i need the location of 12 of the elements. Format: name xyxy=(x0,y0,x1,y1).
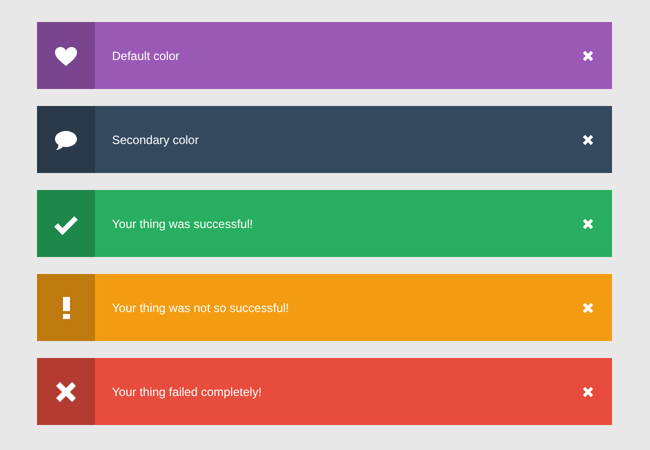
cross-icon xyxy=(54,380,78,404)
alert-message: Your thing failed completely! xyxy=(112,384,262,398)
speech-bubble-icon xyxy=(54,128,78,150)
close-button[interactable] xyxy=(582,134,594,146)
alert-message: Your thing was not so successful! xyxy=(112,300,289,314)
exclamation-icon xyxy=(62,296,70,318)
alert-message: Secondary color xyxy=(112,132,199,146)
heart-icon xyxy=(54,44,78,66)
close-button[interactable] xyxy=(582,386,594,398)
alert-message: Default color xyxy=(112,48,180,62)
close-button[interactable] xyxy=(582,50,594,62)
alert-message: Your thing was successful! xyxy=(112,216,253,230)
